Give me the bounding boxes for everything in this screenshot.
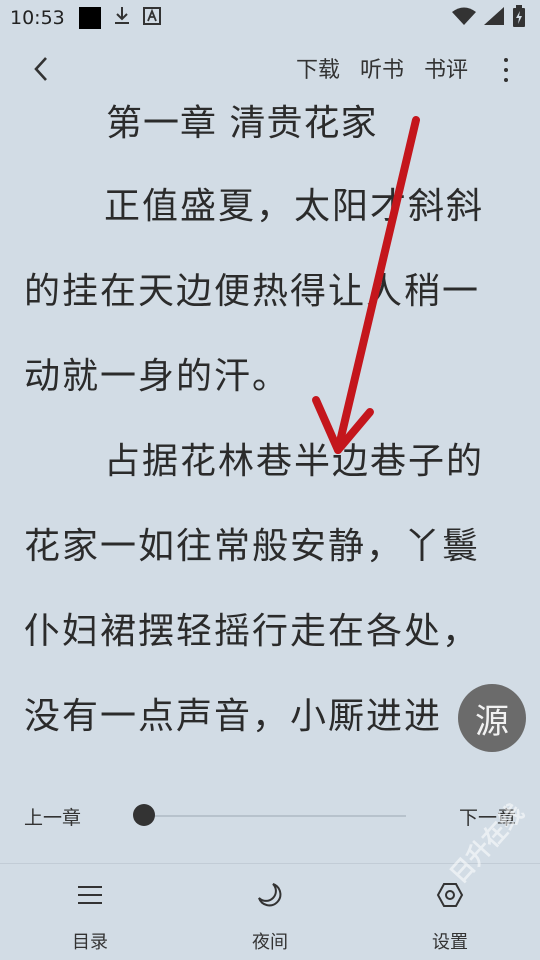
status-left-icons [78,6,161,31]
status-right-icons [452,4,526,32]
text-line: 的挂在天边便热得让人稍一 [24,271,481,312]
text-line: 正值盛夏，太阳才斜斜 [104,186,485,227]
settings-icon [400,878,500,912]
chapter-title: 第一章 清贵花家 [106,103,378,144]
moon-icon [220,878,320,912]
black-square-icon [78,7,101,29]
download-action[interactable]: 下载 [296,52,340,84]
tab-settings[interactable]: 设置 [400,878,500,954]
slider-thumb[interactable] [133,804,155,826]
menu-icon [40,878,140,912]
reading-content[interactable]: 第一章 清贵花家 正值盛夏，太阳才斜斜 的挂在天边便热得让人稍一 动就一身的汗。… [24,92,520,762]
tab-label: 目录 [72,932,108,953]
battery-icon [512,4,526,32]
source-button[interactable]: 源 [458,684,526,752]
text-line: 没有一点声音，小厮进进 [24,696,443,737]
text-line: 动就一身的汗。 [24,356,291,397]
reader-screen: 10:53 下载 听书 书评 第一章 清贵花家 正值盛夏，太阳才斜斜 的挂在天边… [0,0,540,960]
signal-icon [484,6,504,30]
status-time: 10:53 [10,7,65,29]
review-action[interactable]: 书评 [424,52,468,84]
download-icon [113,6,131,31]
a-badge-icon [142,6,161,30]
text-line: 花家一如往常般安静，丫鬟 [24,526,481,567]
more-button[interactable] [492,52,520,88]
tab-night[interactable]: 夜间 [220,878,320,954]
text-line: 占据花林巷半边巷子的 [104,441,485,482]
status-bar: 10:53 [0,0,540,36]
more-vertical-icon [504,58,508,62]
tab-catalog[interactable]: 目录 [40,878,140,954]
chevron-left-icon [34,57,47,81]
tab-label: 设置 [432,932,468,953]
text-line: 仆妇裙摆轻摇行走在各处， [24,611,481,652]
wifi-icon [452,7,476,30]
prev-chapter-button[interactable]: 上一章 [24,803,81,830]
toolbar-actions: 下载 听书 书评 [296,52,468,84]
listen-action[interactable]: 听书 [360,52,404,84]
tab-label: 夜间 [252,932,288,953]
chapter-progress-slider[interactable] [144,815,406,817]
back-button[interactable] [22,50,60,88]
